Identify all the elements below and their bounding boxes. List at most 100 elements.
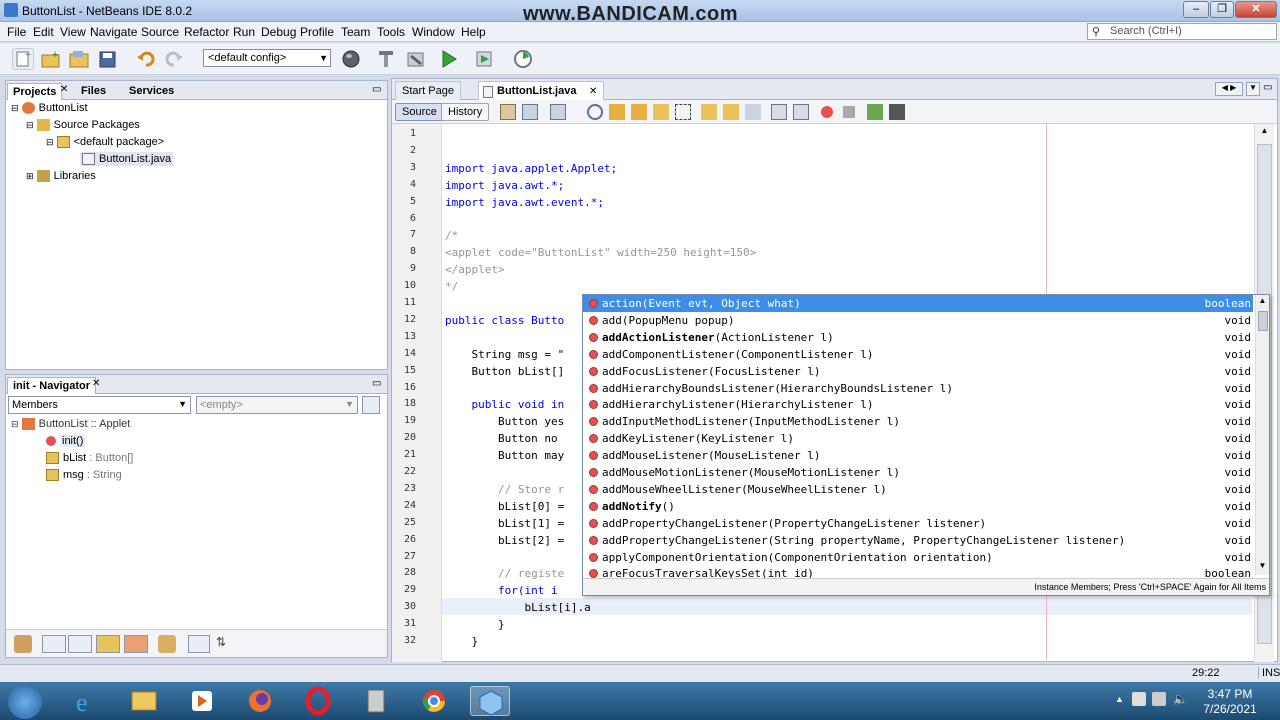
maximize-button[interactable]: ❐ xyxy=(1210,1,1234,18)
start-macro-icon[interactable] xyxy=(821,106,833,118)
tab-list-icon[interactable]: ▼ xyxy=(1246,82,1260,96)
configuration-select[interactable]: <default config> ▼ xyxy=(203,49,331,67)
search-input[interactable]: ⚲ Search (Ctrl+I) xyxy=(1087,23,1277,40)
tab-services[interactable]: Services xyxy=(124,83,179,100)
completion-item[interactable]: addMouseListener(MouseListener l) void xyxy=(583,447,1253,464)
filter-fields-icon[interactable] xyxy=(14,635,32,653)
save-all-icon[interactable] xyxy=(97,48,119,70)
completion-item[interactable]: addComponentListener(ComponentListener l… xyxy=(583,346,1253,363)
last-edit-icon[interactable] xyxy=(500,104,516,120)
forward-icon[interactable] xyxy=(550,104,566,120)
next-bookmark-icon[interactable] xyxy=(723,104,739,120)
filter-static-icon[interactable] xyxy=(68,635,92,653)
toggle-bookmark-icon[interactable] xyxy=(745,104,761,120)
menu-help[interactable]: Help xyxy=(461,25,486,39)
find-previous-icon[interactable] xyxy=(609,104,625,120)
tab-start-page[interactable]: Start Page xyxy=(395,81,461,100)
globe-icon[interactable] xyxy=(340,48,362,70)
tab-projects[interactable]: Projects xyxy=(7,83,63,100)
clean-build-icon[interactable] xyxy=(376,48,398,70)
nav-member-blist[interactable]: bList : Button[] xyxy=(46,452,133,465)
uncomment-icon[interactable] xyxy=(889,104,905,120)
history-view-button[interactable]: History xyxy=(441,103,490,121)
close-icon[interactable]: ✕ xyxy=(589,86,597,97)
build-icon[interactable] xyxy=(405,48,427,70)
menu-profile[interactable]: Profile xyxy=(300,25,334,39)
menu-refactor[interactable]: Refactor xyxy=(184,25,229,39)
shift-left-icon[interactable] xyxy=(771,104,787,120)
nav-member-msg[interactable]: msg : String xyxy=(46,469,122,482)
back-icon[interactable] xyxy=(522,104,538,120)
source-view-button[interactable]: Source xyxy=(395,103,444,121)
completion-item[interactable]: addKeyListener(KeyListener l) void xyxy=(583,430,1253,447)
debug-project-icon[interactable] xyxy=(474,48,496,70)
sort-source-icon[interactable]: ⇅ xyxy=(216,635,234,653)
menu-view[interactable]: View xyxy=(60,25,86,39)
tab-buttonlist-java[interactable]: ButtonList.java ✕ xyxy=(478,81,604,100)
collapse-icon[interactable]: ⊟ xyxy=(11,419,19,429)
filter-select[interactable]: <empty> ▼ xyxy=(196,396,358,414)
profile-project-icon[interactable] xyxy=(512,48,534,70)
redo-icon[interactable] xyxy=(163,48,185,70)
nav-class-item[interactable]: ⊟ ButtonList :: Applet xyxy=(11,418,130,431)
menu-edit[interactable]: Edit xyxy=(33,25,54,39)
file-explorer-icon[interactable] xyxy=(124,686,164,716)
toggle-rect-select-icon[interactable] xyxy=(675,104,691,120)
sort-icon[interactable] xyxy=(158,635,176,653)
scroll-down-icon[interactable]: ▼ xyxy=(1257,561,1268,573)
scroll-up-icon[interactable]: ▲ xyxy=(1257,296,1268,308)
start-button[interactable] xyxy=(8,685,42,719)
completion-item[interactable]: applyComponentOrientation(ComponentOrien… xyxy=(583,549,1253,566)
minimize-panel-icon[interactable]: ▭ xyxy=(372,84,381,95)
completion-scrollbar[interactable]: ▲ ▼ xyxy=(1255,295,1269,575)
expand-icon[interactable]: ⊞ xyxy=(26,171,34,181)
completion-item[interactable]: addPropertyChangeListener(String propert… xyxy=(583,532,1253,549)
emblem-app-icon[interactable] xyxy=(356,686,396,716)
toggle-highlight-icon[interactable] xyxy=(653,104,669,120)
find-icon[interactable] xyxy=(587,104,603,120)
completion-item[interactable]: action(Event evt, Object what) boolean xyxy=(583,295,1253,312)
menu-navigate[interactable]: Navigate xyxy=(90,25,137,39)
media-player-icon[interactable] xyxy=(182,686,222,716)
netbeans-taskbar-icon[interactable] xyxy=(470,686,510,716)
completion-item[interactable]: addHierarchyListener(HierarchyListener l… xyxy=(583,396,1253,413)
completion-item[interactable]: addMouseWheelListener(MouseWheelListener… xyxy=(583,481,1253,498)
tab-navigator[interactable]: init - Navigator xyxy=(7,377,97,394)
new-file-icon[interactable]: + xyxy=(12,48,34,70)
collapse-icon[interactable]: ⊟ xyxy=(11,103,19,113)
menu-team[interactable]: Team xyxy=(341,25,370,39)
open-project-icon[interactable] xyxy=(68,48,90,70)
menu-debug[interactable]: Debug xyxy=(261,25,296,39)
filter-local-icon[interactable] xyxy=(124,635,148,653)
nav-member-init[interactable]: init() xyxy=(46,435,86,447)
clock[interactable]: 3:47 PM 7/26/2021 xyxy=(1195,687,1265,717)
tree-item-libraries[interactable]: ⊞ Libraries xyxy=(26,170,96,183)
scrollbar-thumb[interactable] xyxy=(1258,311,1268,331)
completion-item[interactable]: addMouseMotionListener(MouseMotionListen… xyxy=(583,464,1253,481)
firefox-icon[interactable] xyxy=(240,686,280,716)
show-hidden-icons-icon[interactable]: ▲ xyxy=(1115,694,1124,704)
previous-bookmark-icon[interactable] xyxy=(701,104,717,120)
close-icon[interactable]: ✕ xyxy=(60,84,68,95)
collapse-icon[interactable]: ⊟ xyxy=(26,120,34,130)
undo-icon[interactable] xyxy=(135,48,157,70)
scroll-up-icon[interactable]: ▲ xyxy=(1257,126,1272,138)
completion-item[interactable]: addInputMethodListener(InputMethodListen… xyxy=(583,413,1253,430)
menu-file[interactable]: File xyxy=(7,25,26,39)
tree-item-project[interactable]: ⊟ ButtonList xyxy=(11,102,88,115)
filter-nonpublic-icon[interactable] xyxy=(96,635,120,653)
completion-item[interactable]: addNotify() void xyxy=(583,498,1253,515)
minimize-button[interactable]: – xyxy=(1183,1,1209,18)
close-icon[interactable]: ✕ xyxy=(92,378,100,389)
menu-run[interactable]: Run xyxy=(233,25,255,39)
filter-inherited-icon[interactable] xyxy=(42,635,66,653)
comment-icon[interactable] xyxy=(867,104,883,120)
sort-alpha-icon[interactable] xyxy=(188,635,210,653)
completion-item[interactable]: add(PopupMenu popup) void xyxy=(583,312,1253,329)
run-project-icon[interactable] xyxy=(438,48,460,70)
tree-item-java-file[interactable]: ButtonList.java xyxy=(80,152,174,167)
action-center-icon[interactable] xyxy=(1132,692,1146,706)
completion-item[interactable]: addPropertyChangeListener(PropertyChange… xyxy=(583,515,1253,532)
tab-files[interactable]: Files xyxy=(76,83,111,100)
tree-item-default-package[interactable]: ⊟ <default package> xyxy=(46,136,164,149)
